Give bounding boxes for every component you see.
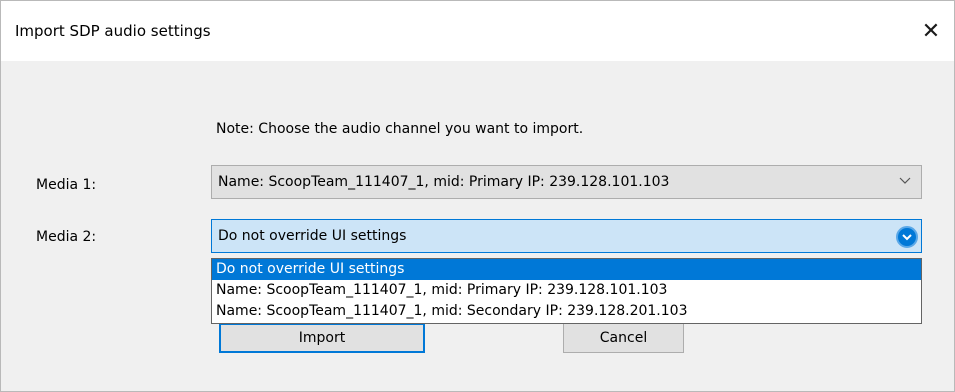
dropdown-option[interactable]: Name: ScoopTeam_111407_1, mid: Primary I…	[212, 280, 921, 301]
dialog-title: Import SDP audio settings	[15, 22, 211, 40]
import-button[interactable]: Import	[219, 323, 425, 353]
close-icon: ✕	[921, 18, 941, 44]
dropdown-option[interactable]: Name: ScoopTeam_111407_1, mid: Secondary…	[212, 301, 921, 322]
media2-combobox[interactable]: Do not override UI settings	[211, 219, 922, 253]
media1-selected-value: Name: ScoopTeam_111407_1, mid: Primary I…	[218, 174, 670, 190]
close-button[interactable]: ✕	[908, 1, 954, 61]
media2-label: Media 2:	[36, 229, 97, 245]
media2-selected-value: Do not override UI settings	[218, 228, 407, 244]
chevron-down-icon[interactable]	[896, 226, 918, 248]
dropdown-option[interactable]: Do not override UI settings	[212, 259, 921, 280]
chevron-down-icon	[899, 177, 911, 184]
media1-combobox[interactable]: Name: ScoopTeam_111407_1, mid: Primary I…	[211, 165, 922, 199]
dialog-content: Note: Choose the audio channel you want …	[1, 61, 954, 391]
import-sdp-dialog: Import SDP audio settings ✕ Note: Choose…	[0, 0, 955, 392]
media2-dropdown-list: Do not override UI settings Name: ScoopT…	[211, 258, 922, 324]
note-text: Note: Choose the audio channel you want …	[216, 121, 584, 137]
title-bar: Import SDP audio settings ✕	[1, 1, 954, 61]
media1-label: Media 1:	[36, 177, 97, 193]
cancel-button[interactable]: Cancel	[563, 323, 684, 353]
